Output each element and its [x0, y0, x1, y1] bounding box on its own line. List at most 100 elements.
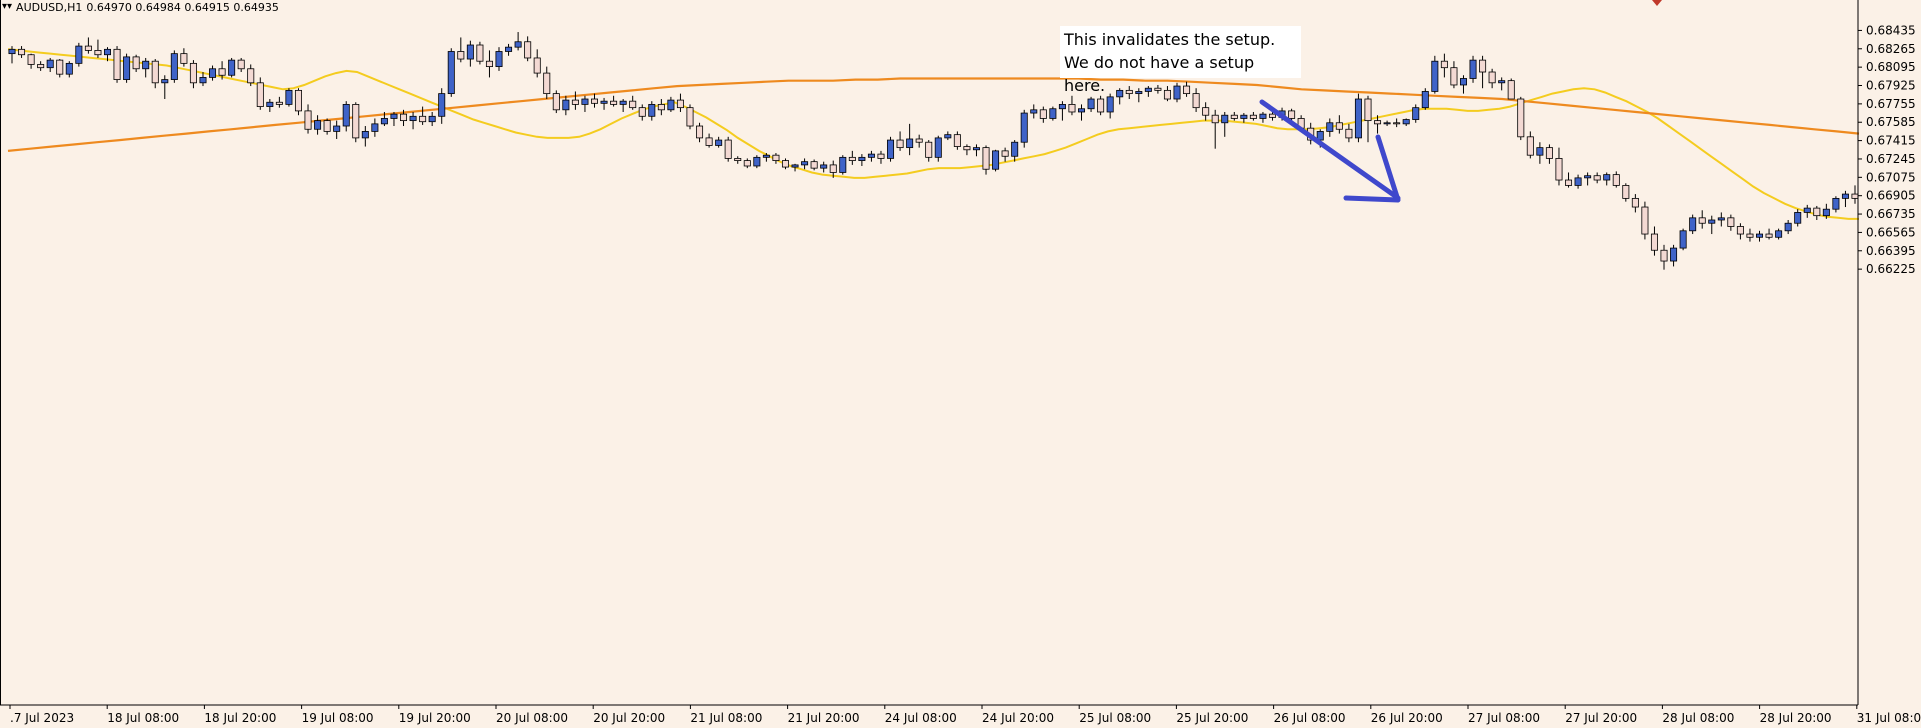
- bear-candle: [1154, 87, 1162, 91]
- bear-candle: [132, 56, 140, 70]
- x-tick-label: 28 Jul 08:00: [1662, 711, 1734, 725]
- bull-candle: [562, 99, 570, 111]
- y-tick-label: 0.67075: [1866, 170, 1916, 184]
- bear-candle: [657, 104, 665, 111]
- x-tick-label: 27 Jul 20:00: [1565, 711, 1637, 725]
- bear-candle: [896, 139, 904, 149]
- bull-candle: [1574, 177, 1582, 186]
- y-tick-label: 0.68265: [1866, 42, 1916, 56]
- bull-candle: [867, 153, 875, 158]
- bear-candle: [1364, 98, 1372, 122]
- dropdown-triangle-icon[interactable]: ▾▾: [2, 2, 12, 12]
- bull-candle: [199, 77, 207, 84]
- bull-candle: [1173, 85, 1181, 100]
- y-tick-label: 0.66565: [1866, 225, 1916, 239]
- bull-candle: [1469, 59, 1477, 79]
- bear-candle: [1507, 80, 1515, 100]
- bear-candle: [1202, 107, 1210, 116]
- bull-candle: [1144, 87, 1152, 92]
- bull-candle: [1402, 119, 1410, 125]
- bull-candle: [428, 115, 436, 123]
- bull-candle: [820, 164, 828, 169]
- bear-candle: [56, 59, 64, 75]
- y-tick-label: 0.66225: [1866, 262, 1916, 276]
- bull-candle: [1106, 96, 1114, 113]
- bear-candle: [18, 48, 26, 56]
- bull-candle: [1459, 78, 1467, 86]
- bear-candle: [1650, 233, 1658, 251]
- bull-candle: [1717, 217, 1725, 221]
- bear-candle: [84, 45, 92, 51]
- annotation-arrow: [1259, 0, 1662, 203]
- y-tick-label: 0.68095: [1866, 60, 1916, 74]
- bear-candle: [963, 146, 971, 151]
- bull-candle: [409, 115, 417, 122]
- bull-candle: [1011, 141, 1019, 157]
- bear-candle: [256, 82, 264, 107]
- bull-candle: [8, 48, 16, 55]
- bull-candle: [342, 104, 350, 127]
- axes: 0.68435 0.68265 0.68095 0.67925 0.67755 0.675…: [0, 0, 1921, 725]
- bull-candle: [65, 62, 73, 75]
- x-tick-label: 25 Jul 08:00: [1079, 711, 1151, 725]
- bear-candle: [323, 120, 331, 132]
- bear-candle: [1545, 147, 1553, 159]
- bear-candle: [1479, 59, 1487, 73]
- bear-candle: [27, 54, 35, 65]
- bull-candle: [1078, 108, 1086, 113]
- bear-candle: [1288, 110, 1296, 119]
- bear-candle: [877, 153, 885, 159]
- bull-candle: [1221, 114, 1229, 124]
- bull-candle: [380, 118, 388, 125]
- bull-candle: [1679, 230, 1687, 249]
- bull-candle: [906, 138, 914, 149]
- price-chart[interactable]: 0.68435 0.68265 0.68095 0.67925 0.67755 0.675…: [0, 0, 1921, 728]
- bear-candle: [810, 161, 818, 169]
- x-tick-label: 27 Jul 08:00: [1468, 711, 1540, 725]
- bear-candle: [304, 110, 312, 130]
- bull-candle: [944, 134, 952, 139]
- bear-candle: [982, 147, 990, 170]
- bear-candle: [1374, 120, 1382, 125]
- bear-candle: [610, 100, 618, 105]
- bear-candle: [1526, 136, 1534, 156]
- bear-candle: [1039, 109, 1047, 119]
- bull-candle: [123, 56, 131, 80]
- bull-candle: [1030, 109, 1038, 114]
- bull-candle: [170, 53, 178, 80]
- bull-candle: [1603, 174, 1611, 181]
- bear-candle: [953, 134, 961, 147]
- x-tick-label: 20 Jul 08:00: [496, 711, 568, 725]
- chart-header: ▾▾ AUDUSD,H1 0.64970 0.64984 0.64915 0.6…: [2, 0, 279, 14]
- bear-candle: [1565, 179, 1573, 186]
- x-tick-label: 19 Jul 20:00: [399, 711, 471, 725]
- bull-candle: [390, 113, 398, 119]
- bull-candle: [1803, 207, 1811, 213]
- bear-candle: [1125, 89, 1133, 95]
- bull-candle: [1689, 217, 1697, 232]
- x-tick-label: 21 Jul 20:00: [788, 711, 860, 725]
- bear-candle: [180, 53, 188, 64]
- bear-candle: [1183, 85, 1191, 95]
- bear-candle: [1192, 93, 1200, 109]
- bull-candle: [46, 59, 54, 69]
- bull-candle: [1259, 113, 1267, 119]
- bull-candle: [1354, 98, 1362, 139]
- bull-candle: [791, 164, 799, 168]
- y-tick-label: 0.66735: [1866, 207, 1916, 221]
- bear-candle: [848, 156, 856, 161]
- bear-candle: [1746, 233, 1754, 238]
- x-tick-label: 28 Jul 20:00: [1760, 711, 1832, 725]
- bear-candle: [151, 60, 159, 84]
- x-tick-label: 26 Jul 20:00: [1371, 711, 1443, 725]
- bear-candle: [772, 154, 780, 161]
- bear-candle: [1001, 150, 1009, 157]
- bull-candle: [228, 59, 236, 76]
- y-tick-label: 0.67585: [1866, 115, 1916, 129]
- bull-candle: [1135, 91, 1143, 95]
- bear-candle: [734, 158, 742, 161]
- bear-candle: [1488, 71, 1496, 84]
- bear-candle: [1097, 98, 1105, 113]
- bear-candle: [676, 99, 684, 109]
- bear-candle: [400, 113, 408, 122]
